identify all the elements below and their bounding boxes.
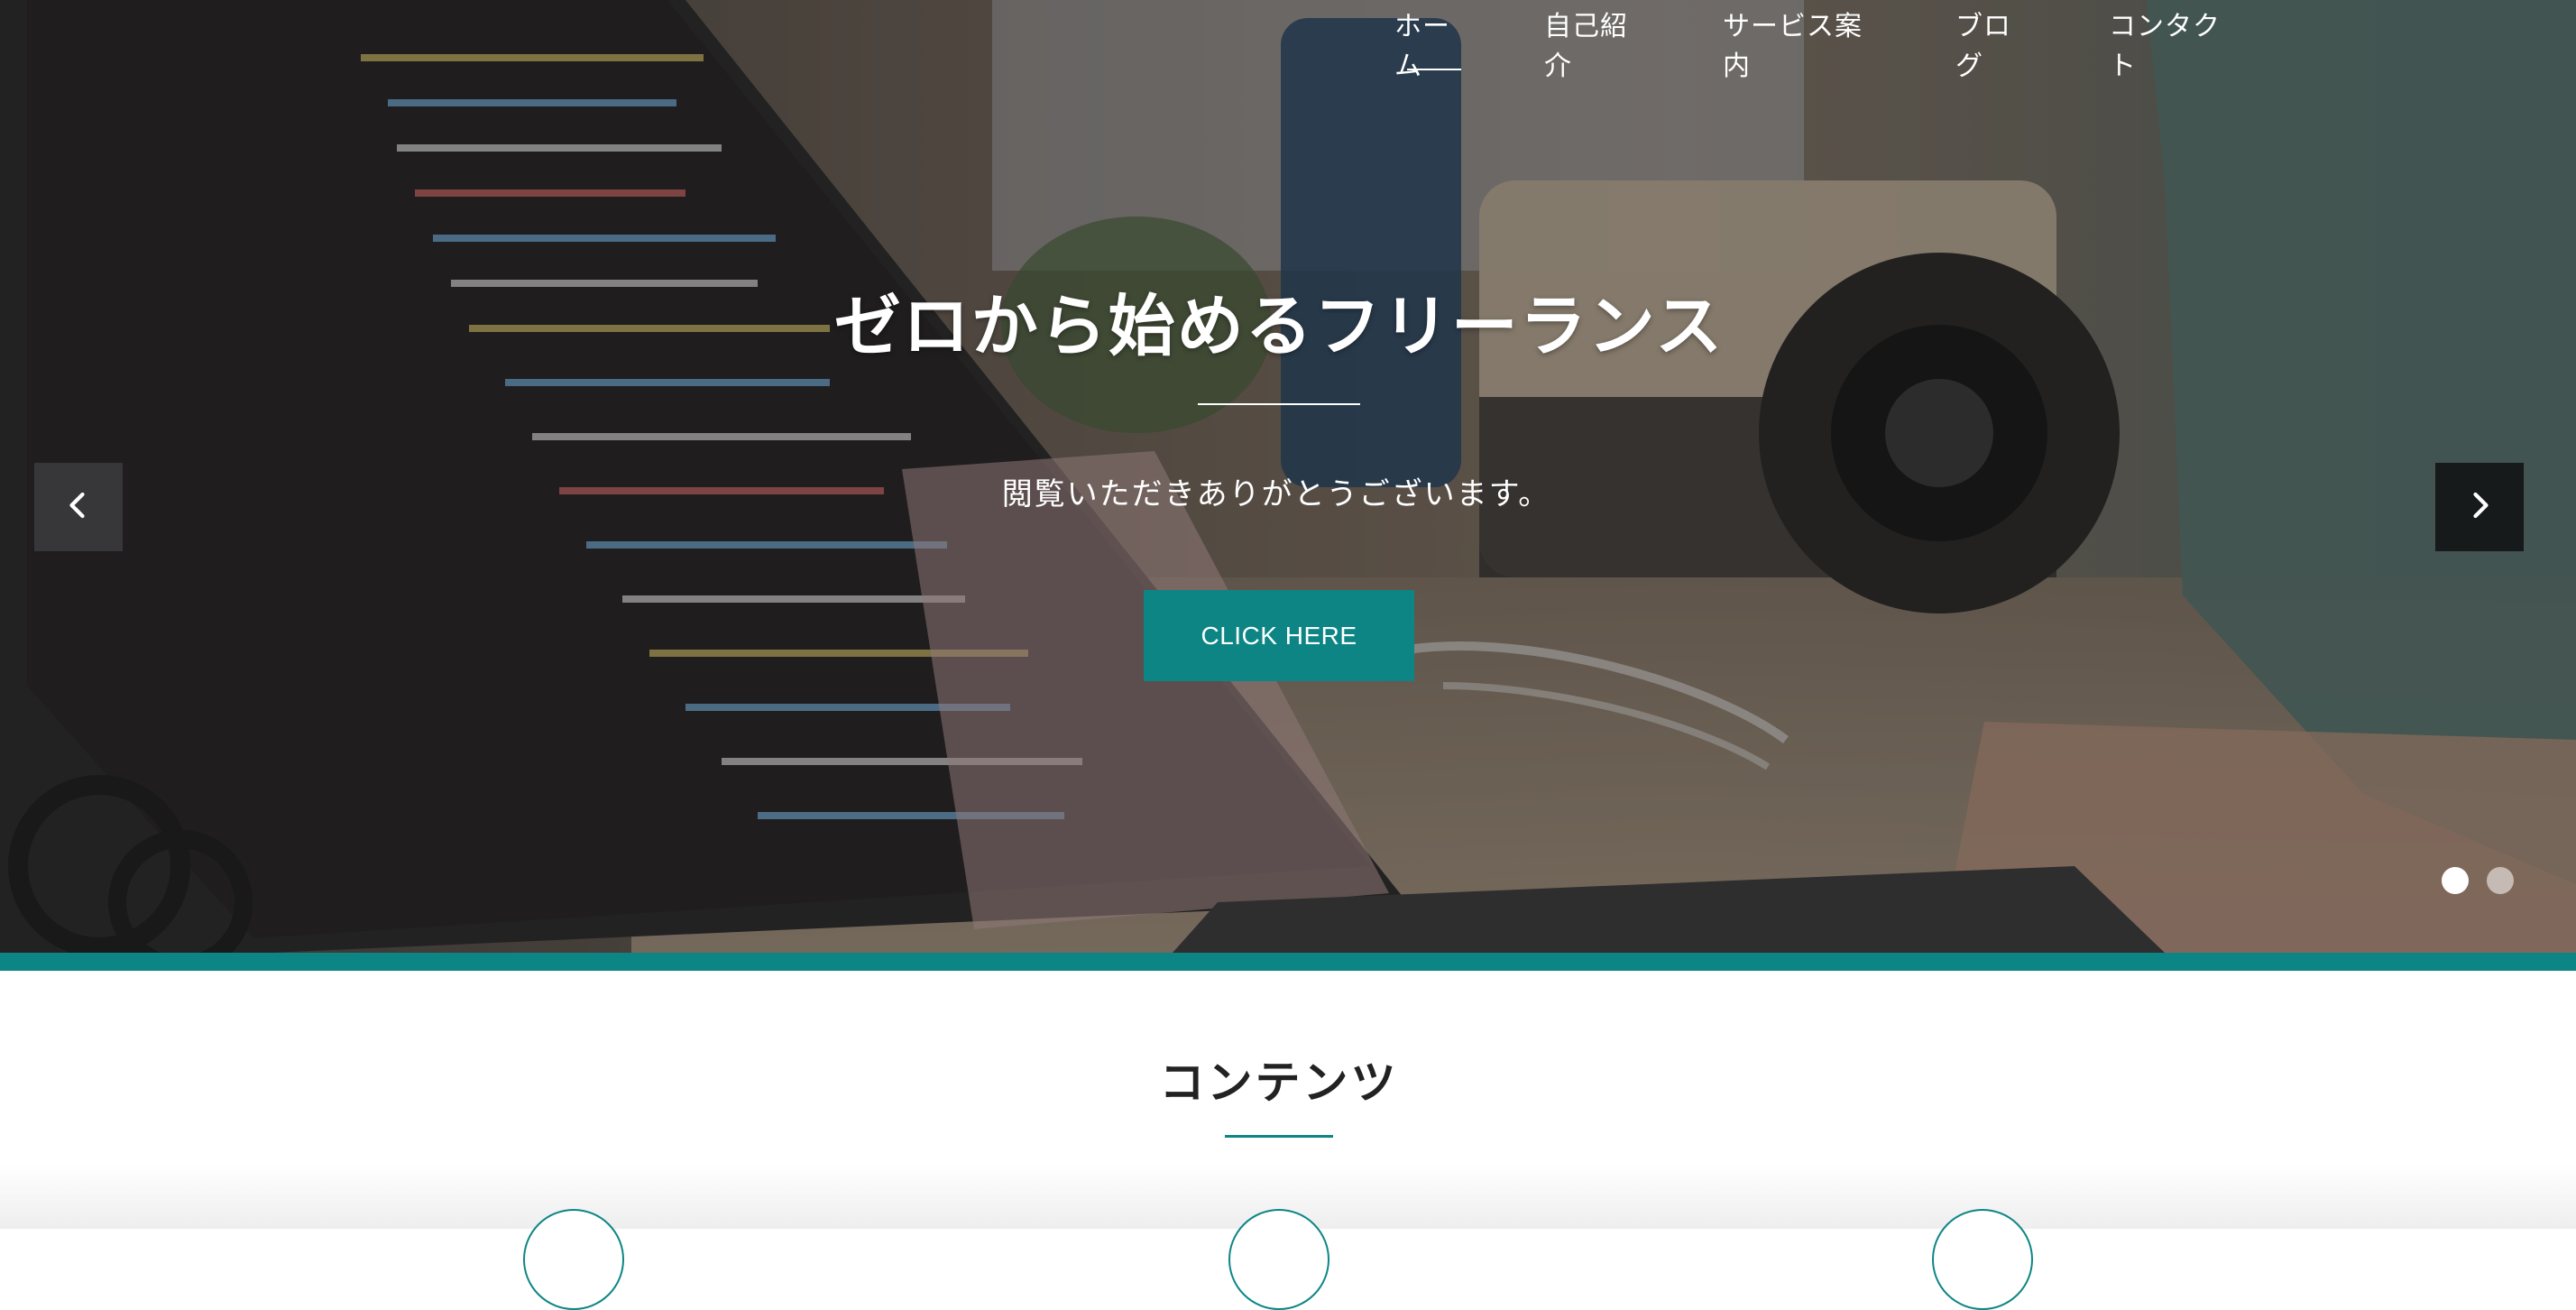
nav-item-home[interactable]: ホーム — [1394, 0, 1470, 82]
hero-slider: ホーム 自己紹介 サービス案内 ブログ コンタクト ゼロから始めるフリーランス … — [0, 0, 2576, 953]
nav-item-label: ブログ — [1955, 11, 2011, 82]
nav-item-label: サービス案内 — [1723, 11, 1863, 82]
nav-item-label: ホーム — [1394, 11, 1450, 82]
content-card-icon-circle — [1228, 1209, 1329, 1310]
chevron-left-icon — [62, 489, 95, 525]
click-here-button[interactable]: CLICK HERE — [1144, 590, 1414, 681]
nav-item-about[interactable]: 自己紹介 — [1544, 0, 1652, 82]
slider-dot-2[interactable] — [2487, 867, 2514, 894]
slider-pagination — [2442, 867, 2514, 894]
chevron-right-icon — [2463, 489, 2496, 525]
nav-item-label: 自己紹介 — [1544, 11, 1628, 82]
slider-dot-1[interactable] — [2442, 867, 2469, 894]
hero-subtitle: 閲覧いただきありがとうございます。 — [1001, 476, 1551, 512]
nav-item-blog[interactable]: ブログ — [1955, 0, 2038, 82]
nav-item-label: コンタクト — [2109, 11, 2221, 82]
nav-item-contact[interactable]: コンタクト — [2109, 0, 2244, 82]
hero-title: ゼロから始めるフリーランス — [833, 288, 1725, 365]
nav-item-services[interactable]: サービス案内 — [1723, 0, 1885, 82]
hero-divider — [1198, 403, 1360, 405]
nav-active-indicator — [1407, 69, 1461, 70]
main-nav: ホーム 自己紹介 サービス案内 ブログ コンタクト — [1367, 0, 2244, 82]
section-title: コンテンツ — [1159, 1056, 1399, 1109]
slider-next-button[interactable] — [2435, 463, 2524, 551]
content-card-icon-circle — [523, 1209, 624, 1310]
slider-prev-button[interactable] — [34, 463, 123, 551]
section-title-underline — [1225, 1135, 1333, 1138]
content-card-icon-circle — [1932, 1209, 2033, 1310]
hero-accent-bar — [0, 953, 2576, 971]
